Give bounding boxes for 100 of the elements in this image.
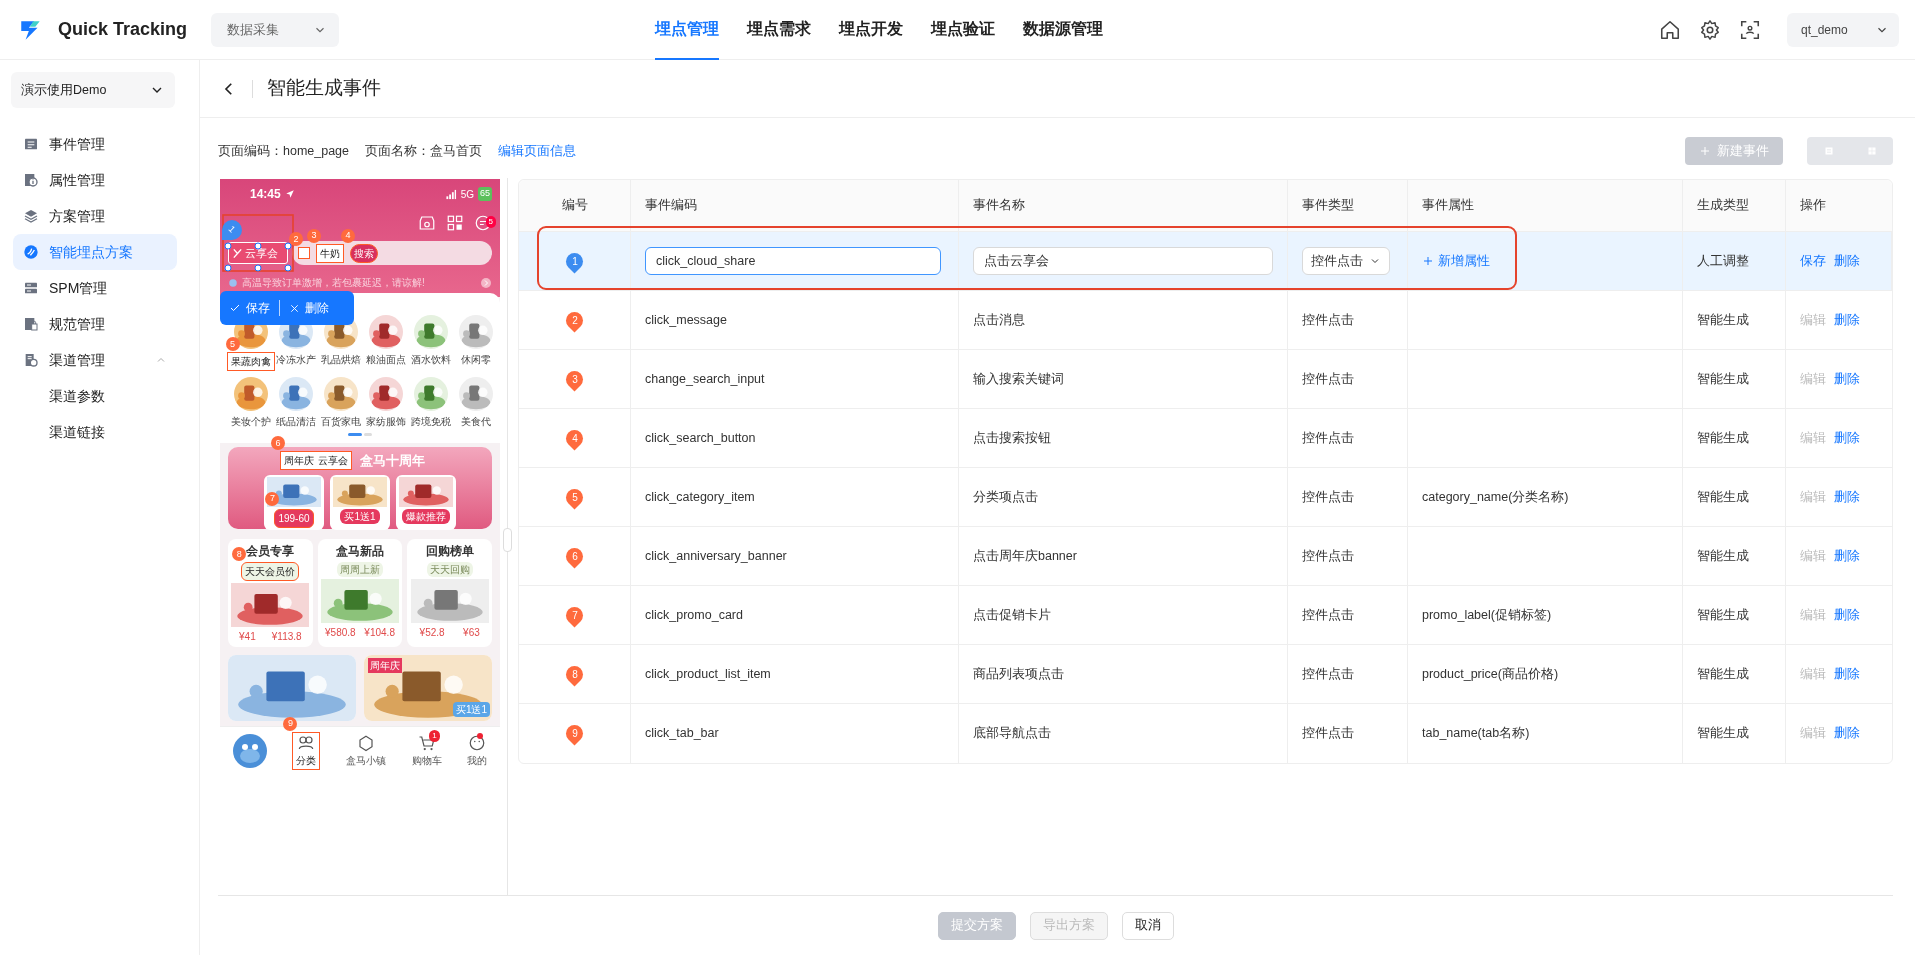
tab-bar-item[interactable]: 盒马小镇: [346, 733, 386, 768]
event-type-select[interactable]: 控件点击: [1302, 247, 1390, 275]
sidebar-item[interactable]: SPM管理: [13, 270, 177, 306]
table-cell-text: 智能生成: [1697, 311, 1749, 329]
marker-badge: 1: [222, 219, 242, 240]
table-cell-text: change_search_input: [645, 370, 765, 388]
column-header: 操作: [1799, 197, 1827, 215]
sidebar-item[interactable]: 事件管理: [13, 126, 177, 162]
category-label: 纸品清洁: [275, 415, 316, 429]
page-info: 页面名称：盒马首页: [365, 142, 483, 160]
scan-box: [298, 247, 310, 259]
table-cell-text: 商品列表项点击: [973, 665, 1064, 683]
sidebar-item[interactable]: 渠道管理: [13, 342, 177, 378]
module-select[interactable]: 数据采集: [211, 12, 340, 47]
footer-button[interactable]: 取消: [1121, 911, 1174, 940]
signal-icon: [444, 188, 457, 200]
network-label: 5G: [460, 187, 474, 202]
category-label: 百货家电: [320, 415, 361, 429]
column-header: 事件名称: [959, 180, 1288, 231]
table-cell-text: 输入搜索关键词: [973, 370, 1064, 388]
workspace-select[interactable]: 演示使用Demo: [11, 72, 175, 108]
action-link[interactable]: 删除: [1834, 546, 1860, 566]
brand-tag: 云享会: [228, 241, 288, 265]
table-cell-text: product_price(商品价格): [1422, 665, 1559, 683]
nav-tab[interactable]: 埋点需求: [747, 0, 811, 60]
price-label: ¥63: [463, 626, 480, 640]
sidebar-subitem[interactable]: 渠道链接: [0, 414, 199, 450]
table-cell-text: click_product_list_item: [645, 665, 771, 683]
search-button[interactable]: 搜索: [350, 243, 378, 263]
selection-frame-drawing: [222, 213, 294, 272]
plus-icon: [1422, 255, 1434, 267]
event-code-input[interactable]: click_cloud_share: [645, 247, 941, 275]
people-icon: [297, 733, 316, 752]
info-document-icon: [23, 172, 39, 188]
edit-page-link[interactable]: 编辑页面信息: [498, 141, 577, 161]
action-link[interactable]: 删除: [1834, 724, 1860, 743]
action-link[interactable]: 删除: [1834, 487, 1860, 507]
action-link[interactable]: 删除: [1834, 369, 1860, 389]
table-cell-text: 人工调整: [1697, 252, 1749, 270]
category-label: 跨境免税: [410, 415, 451, 429]
scan-icon[interactable]: [1739, 18, 1761, 41]
cart-icon: [417, 733, 436, 752]
action-link[interactable]: 删除: [1834, 664, 1860, 684]
column-header: 生成类型: [1683, 180, 1786, 231]
table-cell-text: 控件点击: [1302, 488, 1354, 506]
table-cell-text: 点击周年庆banner: [973, 547, 1077, 565]
sidebar-item[interactable]: 方案管理: [13, 198, 177, 234]
section-title: 会员专享: [246, 543, 295, 560]
save-button[interactable]: 保存: [220, 299, 279, 317]
page-title: 智能生成事件: [267, 76, 381, 101]
action-link[interactable]: 保存: [1800, 251, 1826, 271]
delete-button[interactable]: 删除: [280, 299, 338, 317]
sidebar-item[interactable]: 属性管理: [13, 162, 177, 198]
list-icon: [23, 136, 39, 152]
category-label: 乳品烘焙: [320, 353, 361, 367]
user-menu[interactable]: qt_demo: [1787, 12, 1899, 47]
column-header: 事件属性: [1408, 180, 1683, 231]
column-header: 事件编码: [631, 180, 959, 231]
category-label: 粮油面点: [365, 353, 406, 367]
sidebar-item[interactable]: 智能埋点方案: [13, 234, 177, 270]
price-label: ¥104.8: [364, 626, 395, 640]
add-attribute-link[interactable]: 新增属性: [1422, 251, 1490, 271]
action-link[interactable]: 删除: [1834, 310, 1860, 330]
section-tag: 天天回购: [426, 562, 473, 577]
table-cell-text: 控件点击: [1302, 429, 1354, 447]
sidebar-subitem[interactable]: 渠道参数: [0, 378, 199, 414]
tab-bar-item[interactable]: 分类: [292, 731, 321, 770]
offer-label: 买1送1: [340, 508, 380, 524]
section-tag: 天天会员价: [241, 562, 300, 581]
settings-icon[interactable]: [1699, 18, 1721, 41]
section-title: 盒马新品: [336, 543, 384, 560]
resize-handle[interactable]: [503, 528, 512, 552]
home-icon[interactable]: [1659, 18, 1681, 41]
nav-tab[interactable]: 埋点管理: [655, 0, 719, 60]
app-name: Quick Tracking: [58, 18, 188, 41]
table-cell-text: 智能生成: [1697, 725, 1749, 743]
nav-tab[interactable]: 数据源管理: [1023, 0, 1103, 60]
table-cell-text: 底部导航点击: [973, 725, 1051, 743]
category-label: 美妆个护: [230, 415, 271, 429]
table-cell-text: click_tab_bar: [645, 725, 719, 743]
offer-label: 爆款推荐: [402, 508, 450, 524]
nav-tab[interactable]: 埋点开发: [839, 0, 903, 60]
marker-badge: 4: [341, 228, 355, 243]
action-link[interactable]: 删除: [1834, 428, 1860, 448]
table-cell-text: 控件点击: [1302, 606, 1354, 624]
table-cell-text: 智能生成: [1697, 488, 1749, 506]
event-name-input[interactable]: 点击云享会: [973, 247, 1273, 275]
section-title: 回购榜单: [425, 543, 474, 560]
table-cell-text: promo_label(促销标签): [1422, 606, 1552, 624]
action-link[interactable]: 删除: [1834, 251, 1860, 271]
tab-bar-item[interactable]: 我的: [467, 733, 488, 768]
marker-badge: 5: [225, 337, 240, 351]
server-icon: [23, 280, 39, 296]
sidebar-item[interactable]: 规范管理: [13, 306, 177, 342]
nav-tab[interactable]: 埋点验证: [931, 0, 995, 60]
category-label: 家纺服饰: [365, 415, 406, 429]
search-text: 牛奶: [316, 243, 344, 263]
section-tag: 周周上新: [337, 562, 383, 577]
action-link[interactable]: 删除: [1834, 605, 1860, 625]
table-cell-text: 点击搜索按钮: [973, 429, 1051, 447]
